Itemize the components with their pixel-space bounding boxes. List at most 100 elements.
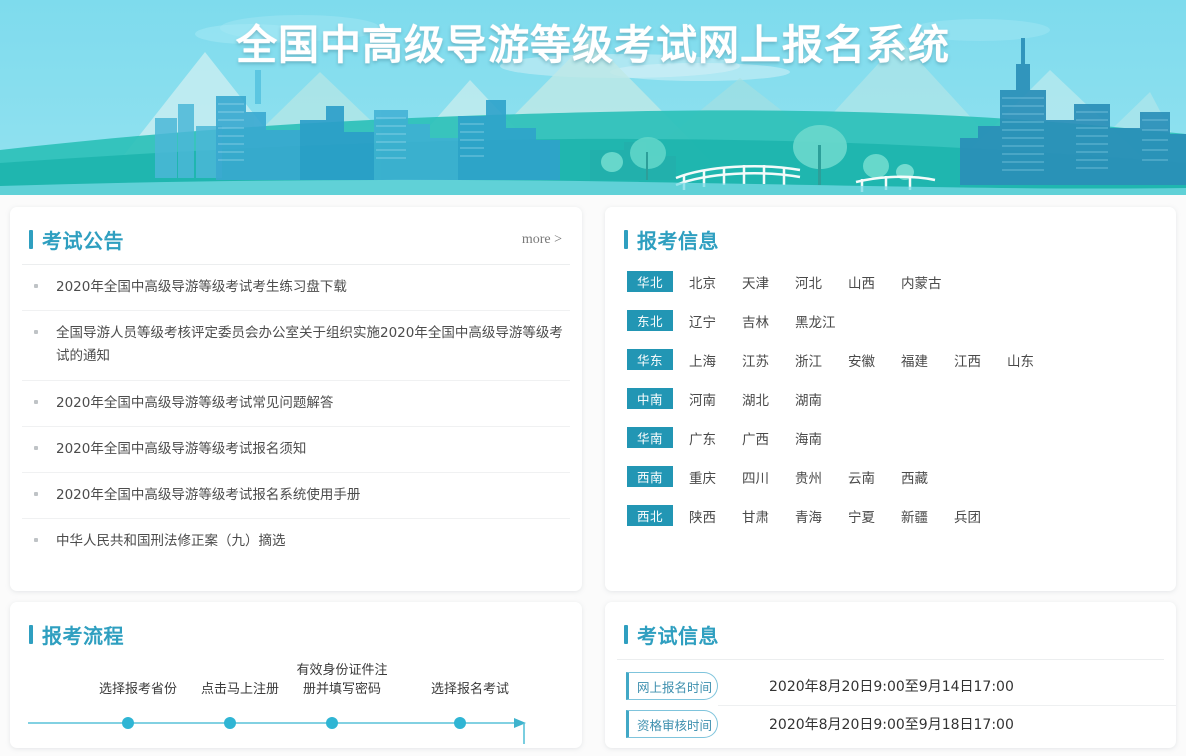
province-link[interactable]: 浙江 bbox=[795, 350, 822, 370]
province-link[interactable]: 安徽 bbox=[848, 350, 875, 370]
province-link[interactable]: 河北 bbox=[795, 272, 822, 292]
announcement-text: 2020年全国中高级导游等级考试考生练习盘下载 bbox=[56, 276, 347, 299]
list-item[interactable]: 全国导游人员等级考核评定委员会办公室关于组织实施2020年全国中高级导游等级考试… bbox=[22, 311, 570, 380]
province-link[interactable]: 湖北 bbox=[742, 389, 769, 409]
province-link[interactable]: 天津 bbox=[742, 272, 769, 292]
process-track-svg bbox=[10, 700, 582, 744]
region-row: 华北 北京 天津 河北 山西 内蒙古 bbox=[627, 262, 1176, 301]
province-link[interactable]: 广东 bbox=[689, 428, 716, 448]
bullet-icon bbox=[34, 492, 38, 496]
province-link[interactable]: 云南 bbox=[848, 467, 875, 487]
bullet-icon bbox=[34, 330, 38, 334]
bullet-icon bbox=[34, 284, 38, 288]
accent-bar-icon bbox=[624, 625, 628, 644]
exam-info-row: 资格审核时间 2020年8月20日9:00至9月18日17:00 bbox=[605, 705, 1176, 743]
province-link[interactable]: 江苏 bbox=[742, 350, 769, 370]
site-banner: 全国中高级导游等级考试网上报名系统 bbox=[0, 0, 1186, 195]
registration-info-title: 报考信息 bbox=[637, 225, 719, 254]
exam-info-title-group: 考试信息 bbox=[624, 620, 719, 649]
exam-info-label: 网上报名时间 bbox=[626, 672, 718, 700]
registration-info-header: 报考信息 bbox=[605, 207, 1176, 255]
province-link[interactable]: 山东 bbox=[1007, 350, 1034, 370]
bottom-row: 报考流程 选择报考省份 点击马上注册 有效身份证件注册并填写密码 选择报名考试 bbox=[0, 602, 1186, 748]
region-tag[interactable]: 西北 bbox=[627, 505, 673, 526]
exam-announcements-card: 考试公告 more > 2020年全国中高级导游等级考试考生练习盘下载 全国导游… bbox=[10, 207, 582, 591]
exam-info-header: 考试信息 bbox=[605, 602, 1176, 650]
process-header: 报考流程 bbox=[10, 602, 582, 650]
province-link[interactable]: 湖南 bbox=[795, 389, 822, 409]
province-link[interactable]: 内蒙古 bbox=[901, 272, 942, 292]
announcement-text: 2020年全国中高级导游等级考试常见问题解答 bbox=[56, 392, 333, 415]
process-title-group: 报考流程 bbox=[29, 620, 124, 649]
province-link[interactable]: 贵州 bbox=[795, 467, 822, 487]
accent-bar-icon bbox=[29, 625, 33, 644]
province-link[interactable]: 广西 bbox=[742, 428, 769, 448]
process-timeline: 选择报考省份 点击马上注册 有效身份证件注册并填写密码 选择报名考试 bbox=[10, 650, 582, 742]
region-row: 华东 上海 江苏 浙江 安徽 福建 江西 山东 bbox=[627, 340, 1176, 379]
announcements-title-group: 考试公告 bbox=[29, 225, 124, 254]
registration-process-card: 报考流程 选择报考省份 点击马上注册 有效身份证件注册并填写密码 选择报名考试 bbox=[10, 602, 582, 748]
province-link[interactable]: 青海 bbox=[795, 506, 822, 526]
exam-info-row: 网上报名时间 2020年8月20日9:00至9月14日17:00 bbox=[605, 667, 1176, 705]
region-row: 中南 河南 湖北 湖南 bbox=[627, 379, 1176, 418]
province-link[interactable]: 辽宁 bbox=[689, 311, 716, 331]
province-link[interactable]: 陕西 bbox=[689, 506, 716, 526]
registration-info-card: 报考信息 华北 北京 天津 河北 山西 内蒙古 东北 辽宁 吉林 黑龙江 bbox=[605, 207, 1176, 591]
province-link[interactable]: 甘肃 bbox=[742, 506, 769, 526]
province-link[interactable]: 西藏 bbox=[901, 467, 928, 487]
announcement-list: 2020年全国中高级导游等级考试考生练习盘下载 全国导游人员等级考核评定委员会办… bbox=[10, 265, 582, 565]
exam-info-title: 考试信息 bbox=[637, 620, 719, 649]
region-row: 西北 陕西 甘肃 青海 宁夏 新疆 兵团 bbox=[627, 496, 1176, 535]
announcements-title: 考试公告 bbox=[42, 225, 124, 254]
province-link[interactable]: 兵团 bbox=[954, 506, 981, 526]
region-tag[interactable]: 中南 bbox=[627, 388, 673, 409]
region-tag[interactable]: 华南 bbox=[627, 427, 673, 448]
region-tag[interactable]: 华东 bbox=[627, 349, 673, 370]
bullet-icon bbox=[34, 400, 38, 404]
announcement-text: 2020年全国中高级导游等级考试报名系统使用手册 bbox=[56, 484, 360, 507]
process-step-label: 有效身份证件注册并填写密码 bbox=[294, 662, 390, 700]
list-item[interactable]: 2020年全国中高级导游等级考试报名须知 bbox=[22, 427, 570, 473]
province-link[interactable]: 江西 bbox=[954, 350, 981, 370]
more-link[interactable]: more > bbox=[522, 232, 562, 248]
province-link[interactable]: 黑龙江 bbox=[795, 311, 836, 331]
region-row: 西南 重庆 四川 贵州 云南 西藏 bbox=[627, 457, 1176, 496]
region-tag[interactable]: 西南 bbox=[627, 466, 673, 487]
list-item[interactable]: 2020年全国中高级导游等级考试考生练习盘下载 bbox=[22, 265, 570, 311]
announcements-header: 考试公告 more > bbox=[10, 207, 582, 255]
list-item[interactable]: 2020年全国中高级导游等级考试常见问题解答 bbox=[22, 381, 570, 427]
region-tag[interactable]: 东北 bbox=[627, 310, 673, 331]
process-step-label: 选择报名考试 bbox=[414, 681, 526, 700]
list-item[interactable]: 2020年全国中高级导游等级考试报名系统使用手册 bbox=[22, 473, 570, 519]
exam-info-value: 2020年8月20日9:00至9月18日17:00 bbox=[769, 714, 1014, 735]
exam-info-rows: 网上报名时间 2020年8月20日9:00至9月14日17:00 资格审核时间 … bbox=[605, 660, 1176, 743]
province-link[interactable]: 新疆 bbox=[901, 506, 928, 526]
region-row: 东北 辽宁 吉林 黑龙江 bbox=[627, 301, 1176, 340]
province-link[interactable]: 海南 bbox=[795, 428, 822, 448]
province-link[interactable]: 河南 bbox=[689, 389, 716, 409]
bullet-icon bbox=[34, 446, 38, 450]
province-link[interactable]: 宁夏 bbox=[848, 506, 875, 526]
announcement-text: 2020年全国中高级导游等级考试报名须知 bbox=[56, 438, 306, 461]
province-link[interactable]: 吉林 bbox=[742, 311, 769, 331]
page-title: 全国中高级导游等级考试网上报名系统 bbox=[0, 11, 1186, 71]
province-link[interactable]: 重庆 bbox=[689, 467, 716, 487]
list-item[interactable]: 中华人民共和国刑法修正案（九）摘选 bbox=[22, 519, 570, 564]
bullet-icon bbox=[34, 538, 38, 542]
province-link[interactable]: 山西 bbox=[848, 272, 875, 292]
exam-info-value: 2020年8月20日9:00至9月14日17:00 bbox=[769, 676, 1014, 697]
province-link[interactable]: 福建 bbox=[901, 350, 928, 370]
exam-info-label: 资格审核时间 bbox=[626, 710, 718, 738]
province-link[interactable]: 四川 bbox=[742, 467, 769, 487]
process-step-label: 选择报考省份 bbox=[82, 681, 194, 700]
region-row: 华南 广东 广西 海南 bbox=[627, 418, 1176, 457]
process-step-labels: 选择报考省份 点击马上注册 有效身份证件注册并填写密码 选择报名考试 bbox=[50, 654, 552, 700]
accent-bar-icon bbox=[29, 230, 33, 249]
province-link[interactable]: 北京 bbox=[689, 272, 716, 292]
process-track bbox=[10, 700, 582, 744]
process-title: 报考流程 bbox=[42, 620, 124, 649]
exam-info-value-wrap: 2020年8月20日9:00至9月18日17:00 bbox=[718, 705, 1176, 743]
region-tag[interactable]: 华北 bbox=[627, 271, 673, 292]
province-link[interactable]: 上海 bbox=[689, 350, 716, 370]
top-row: 考试公告 more > 2020年全国中高级导游等级考试考生练习盘下载 全国导游… bbox=[0, 207, 1186, 591]
